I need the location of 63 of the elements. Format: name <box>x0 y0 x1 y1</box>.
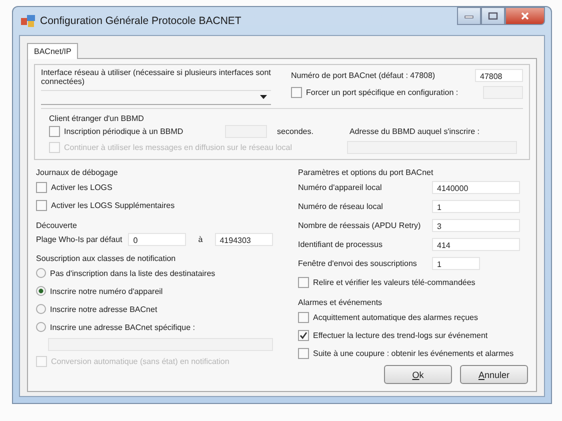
checkbox[interactable] <box>298 312 309 323</box>
field-label: Identifiant de processus <box>298 240 384 250</box>
checkbox-label: Continuer à utiliser les messages en diffusion sur le réseau local <box>64 142 292 152</box>
checkbox[interactable] <box>298 348 309 359</box>
dialog-button[interactable]: Ok <box>384 365 452 384</box>
checkbox-label: Activer les LOGS <box>51 182 112 192</box>
radio-label: Pas d'inscription dans la liste des destinataires <box>50 268 216 278</box>
field-label: Fenêtre d'envoi des souscriptions <box>298 259 418 268</box>
group-title: Journaux de débogage <box>36 168 119 177</box>
radio-button[interactable] <box>36 268 46 278</box>
input-field[interactable]: 1 <box>432 257 480 270</box>
input-field[interactable]: 414 <box>432 238 520 252</box>
input-field[interactable]: 1 <box>432 200 520 214</box>
app-icon <box>21 15 35 27</box>
checkbox[interactable] <box>49 126 60 137</box>
input-field[interactable]: 3 <box>432 219 520 232</box>
field-label: Nombre de réessais (APDU Retry) <box>298 221 422 230</box>
input-field[interactable]: 4194303 <box>214 232 273 246</box>
checkbox[interactable] <box>298 330 309 341</box>
checkbox-label: Suite à une coupure : obtenir les événements et alarmes <box>313 348 514 358</box>
maximize-button[interactable] <box>481 7 505 25</box>
field-label: secondes. <box>277 126 314 136</box>
field-label: Plage Who-Is par défaut <box>36 234 122 244</box>
input-field[interactable]: 47808 <box>475 69 523 82</box>
close-button[interactable] <box>505 7 545 25</box>
field-label: Numéro d'appareil local <box>298 183 383 192</box>
checkbox[interactable] <box>291 87 302 98</box>
radio-label: Inscrire notre numéro d'appareil <box>50 286 163 296</box>
window-title: Configuration Générale Protocole BACNET <box>40 15 242 27</box>
group-title: Découverte <box>36 220 78 230</box>
radio-button[interactable] <box>36 322 46 332</box>
field-label: à <box>198 234 203 244</box>
tab[interactable]: BACnet/IP <box>27 43 78 59</box>
checkbox[interactable] <box>298 276 309 288</box>
radio-button[interactable] <box>36 286 46 296</box>
input-field[interactable]: 4140000 <box>432 181 520 194</box>
field-label: Interface réseau à utiliser (nécessaire si plusieurs interfaces sont connectées) <box>41 69 271 87</box>
radio-label: Inscrire notre adresse BACnet <box>50 304 158 314</box>
checkbox-label: Effectuer la lecture des trend-logs sur événement <box>313 330 488 340</box>
checkbox-label: Conversion automatique (sans état) en notification <box>51 356 230 366</box>
close-icon <box>520 12 530 20</box>
input-field[interactable]: 0 <box>128 232 186 246</box>
checkbox[interactable] <box>36 200 47 211</box>
field-label: Numéro de réseau local <box>298 202 384 212</box>
group-title: Paramètres et options du port BACnet <box>298 168 434 177</box>
dialog-button[interactable]: Annuler <box>460 365 528 384</box>
radio-label: Inscrire une adresse BACnet spécifique : <box>50 322 195 332</box>
field-label: Numéro de port BACnet (défaut : 47808) <box>291 71 436 80</box>
radio-button[interactable] <box>36 304 46 314</box>
checkbox-label: Forcer un port spécifique en configuration : <box>306 88 458 97</box>
checkbox-label: Activer les LOGS Supplémentaires <box>51 200 175 210</box>
checkbox-label: Inscription périodique à un BBMD <box>64 126 184 136</box>
checkbox-label: Acquittement automatique des alarmes reçues <box>313 312 478 322</box>
checkbox[interactable] <box>36 182 47 193</box>
checkbox-label: Relire et vérifier les valeurs télé-commandées <box>313 278 476 287</box>
dropdown-arrow-icon <box>260 95 267 100</box>
group-title: Client étranger d'un BBMD <box>49 114 145 123</box>
group-title: Souscription aux classes de notification <box>36 254 177 263</box>
group-title: Alarmes et événements <box>298 298 384 307</box>
field-label: Adresse du BBMD auquel s'inscrire : <box>349 126 480 136</box>
maximize-icon <box>488 12 498 20</box>
minimize-button[interactable] <box>457 7 481 25</box>
minimize-icon <box>464 13 474 19</box>
